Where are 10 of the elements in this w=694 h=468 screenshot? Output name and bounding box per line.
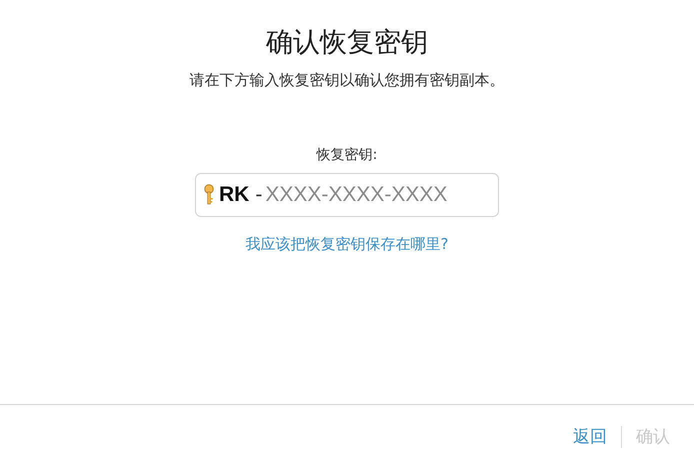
recovery-key-input[interactable]: XXXX-XXXX-XXXX: [265, 183, 490, 207]
key-separator: -: [255, 183, 262, 207]
key-prefix: RK: [219, 183, 250, 207]
field-label: 恢复密钥:: [316, 146, 378, 164]
dialog-title: 确认恢复密钥: [266, 26, 428, 60]
help-link[interactable]: 我应该把恢复密钥保存在哪里?: [246, 235, 448, 254]
key-icon: [204, 184, 214, 206]
instruction-text: 请在下方输入恢复密钥以确认您拥有密钥副本。: [190, 71, 504, 90]
recovery-key-field[interactable]: RK -XXXX-XXXX-XXXX: [195, 173, 499, 217]
back-button[interactable]: 返回: [573, 425, 607, 448]
